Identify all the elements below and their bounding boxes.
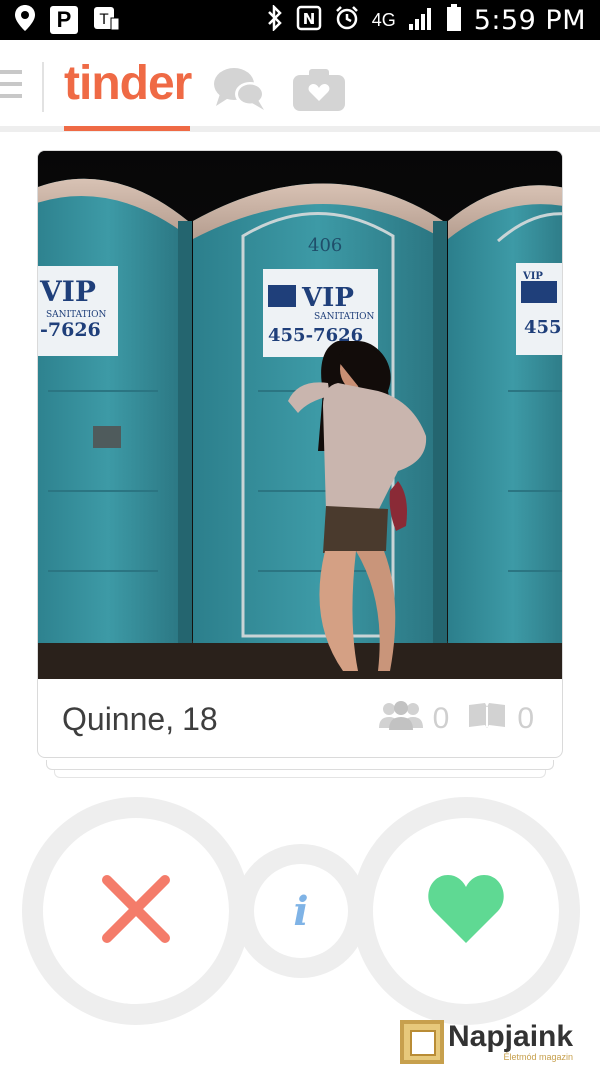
svg-text:VIP: VIP (39, 275, 96, 308)
card-stack-middle (46, 760, 554, 770)
data-4g-icon: 4G (371, 9, 396, 30)
napjaink-watermark: Napjaink Életmód magazin (400, 1020, 573, 1064)
sign-right: VIP 455 (516, 263, 562, 355)
svg-text:-7626: -7626 (40, 319, 101, 341)
shared-stats: 0 0 (378, 700, 542, 738)
battery-icon (446, 3, 462, 37)
clock-time: 5:59 PM (473, 4, 586, 36)
sign-left: VIP SANITATION -7626 (38, 266, 118, 356)
parking-icon: P (50, 6, 78, 34)
active-tab-indicator (64, 126, 190, 131)
watermark-name: Napjaink (448, 1020, 574, 1053)
napjaink-logo-icon (400, 1020, 444, 1064)
chat-icon[interactable] (212, 64, 268, 119)
nope-button[interactable] (43, 818, 229, 1004)
like-button[interactable] (373, 818, 559, 1004)
profile-age: 18 (182, 700, 218, 737)
shared-interests-icon (467, 701, 507, 737)
top-navigation: tinder (0, 40, 600, 132)
card-info-bar[interactable]: Quinne, 18 0 0 (38, 679, 562, 757)
door-number: 406 (308, 235, 342, 256)
shared-friends-icon (378, 700, 423, 738)
status-bar: P T N 4G 5:59 PM (0, 0, 600, 40)
heart-icon (426, 873, 506, 950)
svg-text:VIP: VIP (301, 283, 354, 313)
info-icon: i (293, 887, 309, 935)
camera-icon[interactable] (292, 68, 346, 117)
profile-card[interactable]: 406 VIP SANITATION -7626 VIP SANITATION … (37, 150, 563, 758)
svg-text:VIP: VIP (522, 271, 543, 282)
alarm-icon (334, 5, 360, 36)
svg-text:SANITATION: SANITATION (314, 312, 375, 322)
profile-photo[interactable]: 406 VIP SANITATION -7626 VIP SANITATION … (38, 151, 562, 679)
svg-text:T: T (99, 12, 109, 28)
info-button[interactable]: i (254, 864, 348, 958)
bluetooth-icon (266, 3, 284, 36)
nfc-icon: N (296, 5, 322, 36)
nav-divider (42, 62, 44, 112)
location-icon (14, 4, 36, 37)
notification-icon: T (92, 4, 120, 37)
menu-icon[interactable] (0, 70, 22, 100)
x-icon (99, 872, 173, 951)
tinder-logo[interactable]: tinder (64, 56, 192, 111)
shared-interests-count: 0 (517, 702, 534, 735)
signal-icon (408, 6, 434, 35)
watermark-subtitle: Életmód magazin (503, 1052, 574, 1062)
shared-friends-count: 0 (432, 702, 450, 735)
svg-text:N: N (302, 10, 315, 28)
profile-name: Quinne, (62, 700, 175, 737)
svg-text:455: 455 (524, 317, 562, 338)
